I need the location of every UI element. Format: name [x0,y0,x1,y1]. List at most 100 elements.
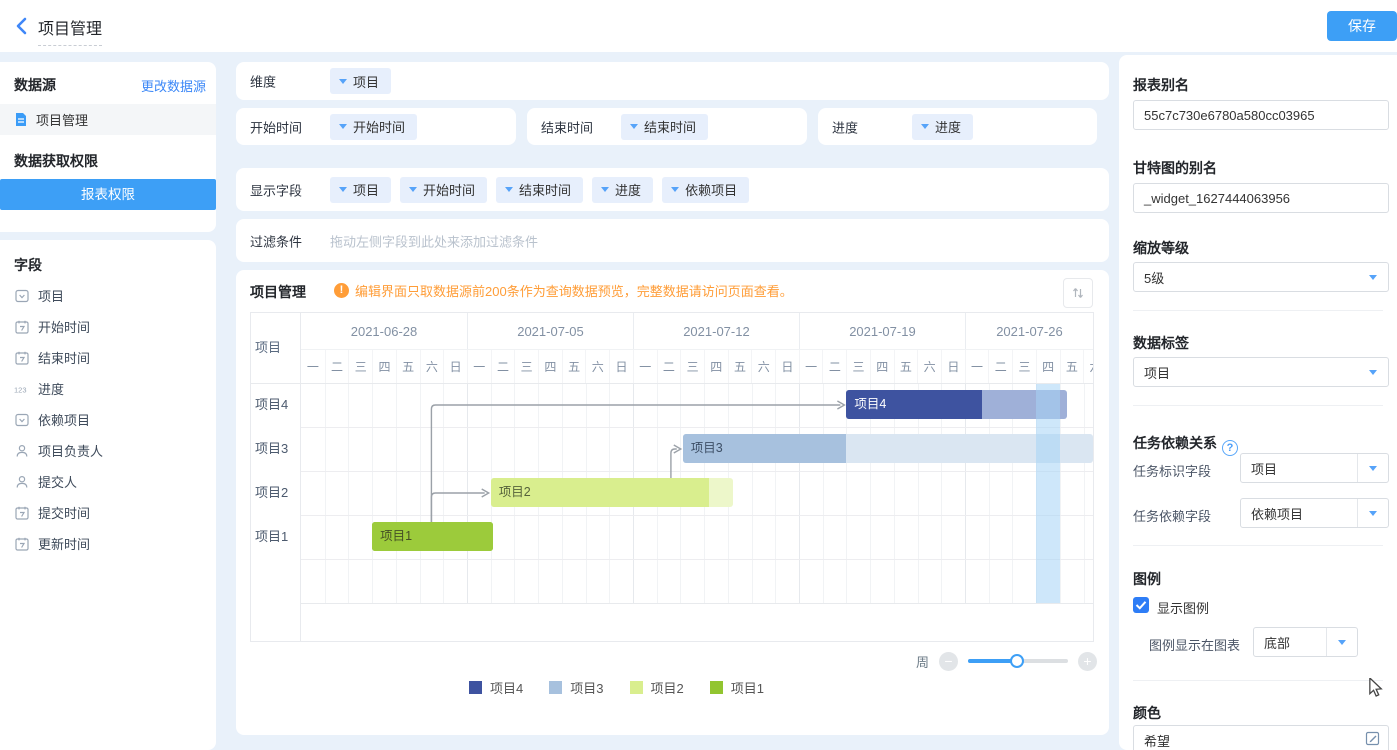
field-item-label: 项目负责人 [38,441,103,460]
save-button[interactable]: 保存 [1327,11,1397,41]
change-datasource-link[interactable]: 更改数据源 [141,76,206,95]
chevron-down-icon [1338,640,1346,645]
filter-placeholder: 拖动左侧字段到此处来添加过滤条件 [330,231,538,250]
legend-label: 项目3 [570,678,603,697]
field-item-更新时间[interactable]: 更新时间 [0,528,216,559]
back-icon[interactable] [12,16,32,36]
zoom-slider-handle[interactable] [1010,654,1024,668]
report-permission-button[interactable]: 报表权限 [0,179,216,210]
zoom-slider-track[interactable] [968,659,1068,663]
field-item-依赖项目[interactable]: 依赖项目 [0,404,216,435]
zoom-level-select[interactable]: 5级 [1133,262,1389,292]
report-alias-label: 报表别名 [1133,75,1189,95]
field-item-提交人[interactable]: 提交人 [0,466,216,497]
data-label-select[interactable]: 项目 [1133,357,1389,387]
tag-label: 项目 [353,180,379,199]
day-header-cell: 六 [420,350,444,383]
page-title: 项目管理 [38,15,102,46]
field-item-提交时间[interactable]: 提交时间 [0,497,216,528]
dimension-field-tag[interactable]: 项目 [330,68,391,94]
check-icon [1133,597,1149,613]
zoom-out-button[interactable]: − [939,652,958,671]
day-header-cell: 一 [965,350,989,383]
legend-position-select[interactable]: 底部 [1253,627,1358,657]
legend-item-项目4[interactable]: 项目4 [469,678,523,697]
grid-line [420,383,421,603]
end-time-row: 结束时间 结束时间 [527,108,807,145]
day-header-cell: 日 [941,350,965,383]
progress-row: 进度 进度 [818,108,1097,145]
chevron-down-icon [671,187,679,192]
task-dep-field-select[interactable]: 依赖项目 [1240,498,1389,528]
legend-item-项目3[interactable]: 项目3 [549,678,603,697]
grid-line [396,383,397,603]
task-row-label-项目1: 项目1 [255,515,288,559]
day-header-cell: 五 [562,350,586,383]
gantt-bar-项目1[interactable]: 项目1 [372,522,493,551]
legend-title: 图例 [1133,569,1161,589]
task-id-field-label: 任务标识字段 [1133,461,1211,480]
chevron-down-icon [1369,511,1377,516]
grid-line [301,471,1093,472]
gantt-bar-项目2[interactable]: 项目2 [491,478,733,507]
display-field-tag-进度[interactable]: 进度 [592,177,653,203]
edit-icon[interactable] [1365,731,1380,749]
sort-icon [1071,286,1085,300]
datasource-item[interactable]: 项目管理 [0,104,216,135]
task-id-field-select[interactable]: 项目 [1240,453,1389,483]
datasource-card: 数据源 更改数据源 项目管理 数据获取权限 报表权限 [0,62,216,232]
field-item-label: 进度 [38,379,64,398]
dependency-title: 任务依赖关系? [1133,433,1238,456]
legend-swatch [549,681,562,694]
tag-label: 结束时间 [519,180,571,199]
start-time-field-tag[interactable]: 开始时间 [330,114,417,140]
progress-field-tag[interactable]: 进度 [912,114,973,140]
filter-row[interactable]: 过滤条件 拖动左侧字段到此处来添加过滤条件 [236,219,1109,262]
legend-item-项目1[interactable]: 项目1 [710,678,764,697]
help-icon[interactable]: ? [1222,440,1238,456]
day-header-cell: 三 [348,350,372,383]
chevron-down-icon [1369,370,1377,375]
field-item-项目[interactable]: 项目 [0,280,216,311]
legend-item-项目2[interactable]: 项目2 [630,678,684,697]
display-field-tag-依赖项目[interactable]: 依赖项目 [662,177,749,203]
show-legend-checkbox[interactable] [1133,597,1149,613]
sort-button[interactable] [1063,278,1093,308]
datasource-name: 项目管理 [36,110,88,129]
select-field-icon [14,412,29,427]
grid-line [775,383,776,603]
day-header-cell: 四 [1036,350,1060,383]
display-field-tag-开始时间[interactable]: 开始时间 [400,177,487,203]
legend-label: 项目1 [731,678,764,697]
chevron-down-icon [339,79,347,84]
field-item-进度[interactable]: 123进度 [0,373,216,404]
grid-line [1084,383,1085,603]
gantt-bar-项目3[interactable]: 项目3 [683,434,1093,463]
report-alias-input[interactable]: 55c7c730e6780a580cc03965 [1133,100,1389,130]
display-field-tag-结束时间[interactable]: 结束时间 [496,177,583,203]
gantt-bar-项目4[interactable]: 项目4 [846,390,1067,419]
field-item-开始时间[interactable]: 开始时间 [0,311,216,342]
date-field-icon [14,319,29,334]
select-field-icon [14,288,29,303]
display-field-tag-项目[interactable]: 项目 [330,177,391,203]
task-name-column: 项目 项目4项目3项目2项目1 [251,313,301,641]
legend-position-label: 图例显示在图表 [1149,635,1240,654]
day-header-cell: 一 [301,350,325,383]
zoom-level-label: 缩放等级 [1133,238,1189,258]
gantt-title: 项目管理 [250,282,306,302]
day-header-cell: 六 [917,350,941,383]
gantt-alias-input[interactable]: _widget_1627444063956 [1133,183,1389,213]
end-time-field-tag[interactable]: 结束时间 [621,114,708,140]
day-header-cell: 五 [728,350,752,383]
legend-swatch [630,681,643,694]
grid-line [325,383,326,603]
field-item-结束时间[interactable]: 结束时间 [0,342,216,373]
field-item-项目负责人[interactable]: 项目负责人 [0,435,216,466]
datasource-title: 数据源 [14,75,56,95]
zoom-in-button[interactable]: + [1078,652,1097,671]
start-time-row: 开始时间 开始时间 [236,108,516,145]
grid-line [372,383,373,603]
color-scheme-input[interactable]: 希望 [1133,725,1389,750]
legend-swatch [710,681,723,694]
